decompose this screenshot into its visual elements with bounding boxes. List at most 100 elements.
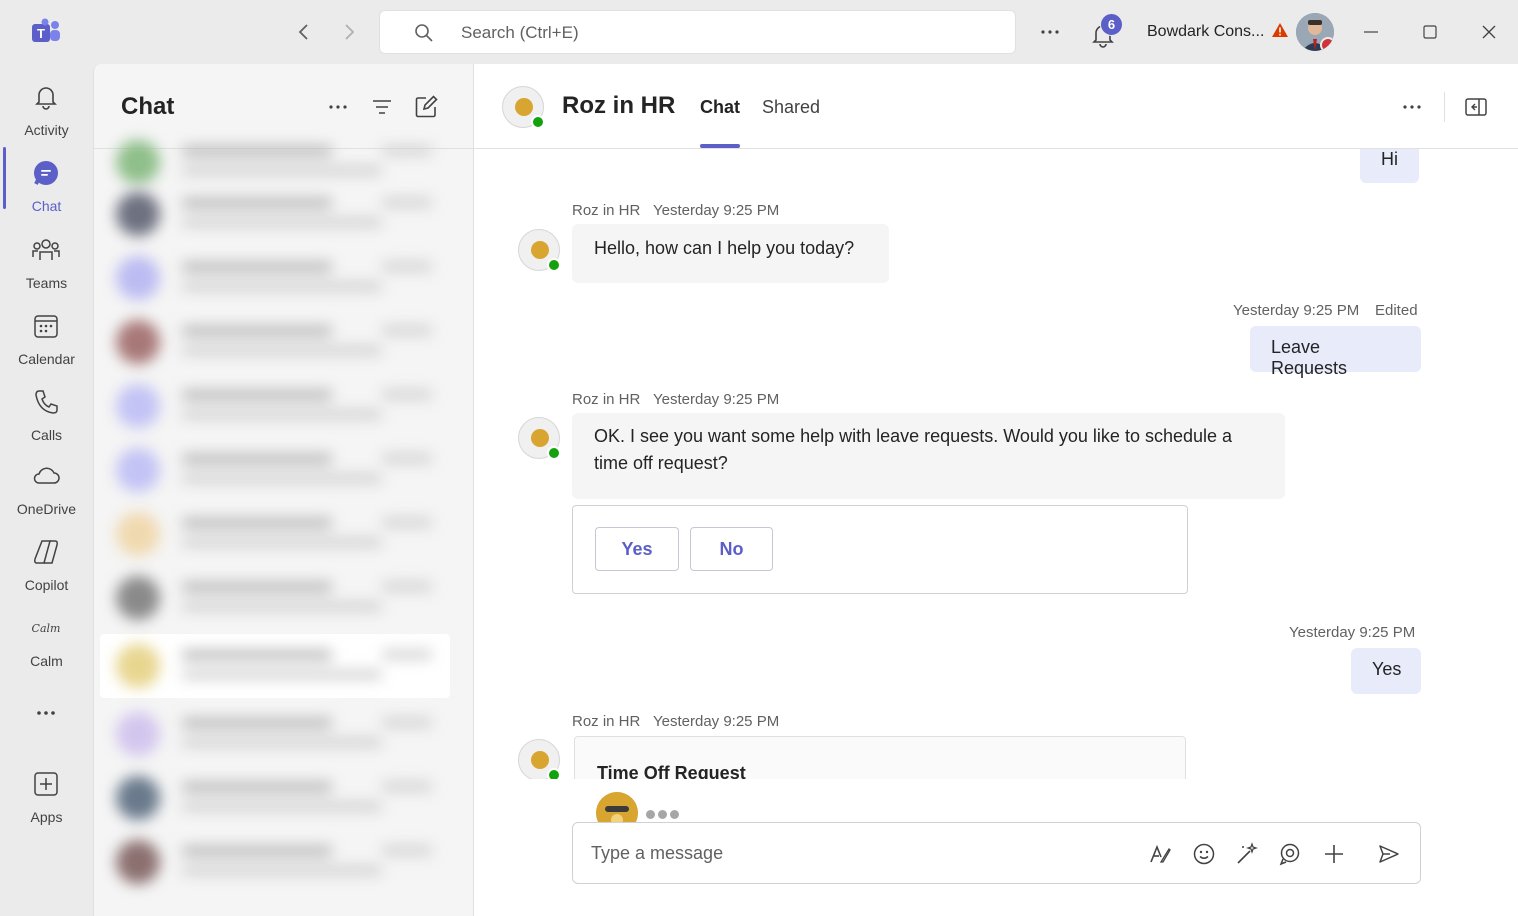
incoming-message: Hello, how can I help you today? bbox=[572, 224, 889, 283]
rail-item-calls[interactable]: Calls bbox=[0, 377, 93, 449]
chat-list-item[interactable] bbox=[112, 250, 442, 306]
chat-main: Roz in HR Chat Shared Hi Roz in HR Yeste… bbox=[474, 64, 1518, 916]
chat-list-item[interactable] bbox=[112, 442, 442, 498]
chat-list-pane: Chat bbox=[93, 64, 474, 916]
svg-text:Calm: Calm bbox=[32, 622, 61, 635]
no-button[interactable]: No bbox=[690, 527, 773, 571]
message-sender: Roz in HR bbox=[572, 202, 641, 219]
add-attachment-icon[interactable] bbox=[1322, 842, 1346, 866]
adaptive-card: Yes No bbox=[572, 505, 1188, 594]
more-apps-icon[interactable] bbox=[34, 701, 58, 725]
chat-list-item[interactable] bbox=[112, 770, 442, 826]
calendar-icon bbox=[34, 315, 58, 338]
phone-icon bbox=[35, 390, 58, 414]
bot-avatar[interactable] bbox=[518, 229, 561, 272]
chat-list-item[interactable] bbox=[112, 134, 442, 190]
chat-icon bbox=[34, 161, 58, 185]
rail-item-teams[interactable]: Teams bbox=[0, 225, 93, 297]
message-timestamp: Yesterday 9:25 PM bbox=[653, 202, 780, 219]
bot-avatar[interactable] bbox=[502, 86, 545, 129]
chat-list-item[interactable] bbox=[112, 506, 442, 562]
rail-item-chat[interactable]: Chat bbox=[0, 148, 93, 220]
chat-list-item[interactable] bbox=[112, 314, 442, 370]
outgoing-message: Yes bbox=[1351, 648, 1421, 694]
chat-list-item[interactable] bbox=[112, 186, 442, 242]
card-title: Time Off Request bbox=[597, 763, 746, 779]
rail-label: Activity bbox=[24, 122, 69, 138]
presence-available-indicator bbox=[531, 115, 545, 129]
filter-icon[interactable] bbox=[370, 95, 394, 119]
rail-label: Calls bbox=[30, 427, 63, 443]
tab-shared[interactable]: Shared bbox=[762, 97, 820, 118]
message-sender: Roz in HR bbox=[572, 713, 641, 730]
app-rail: Activity Chat Teams Calendar Calls OneDr… bbox=[0, 64, 93, 916]
search-input[interactable]: Search (Ctrl+E) bbox=[379, 10, 1016, 54]
rail-label: Copilot bbox=[24, 577, 69, 593]
chat-list-title: Chat bbox=[121, 93, 175, 120]
chat-list-item[interactable] bbox=[112, 570, 442, 626]
copilot-icon bbox=[34, 540, 58, 564]
rail-label: OneDrive bbox=[16, 501, 77, 517]
format-icon[interactable] bbox=[1148, 842, 1172, 866]
chat-title: Roz in HR bbox=[562, 92, 676, 119]
calm-icon: Calm bbox=[32, 622, 61, 635]
outgoing-message: Hi bbox=[1360, 149, 1419, 183]
bot-avatar[interactable] bbox=[518, 417, 561, 460]
more-options-icon[interactable] bbox=[1038, 20, 1062, 44]
chat-list-item[interactable] bbox=[112, 638, 442, 694]
forward-arrow-icon[interactable] bbox=[337, 20, 361, 44]
magic-wand-icon[interactable] bbox=[1235, 842, 1259, 866]
tab-chat[interactable]: Chat bbox=[700, 97, 740, 118]
back-arrow-icon[interactable] bbox=[292, 20, 316, 44]
outgoing-message: Leave Requests bbox=[1250, 326, 1421, 378]
maximize-icon[interactable] bbox=[1420, 22, 1440, 42]
presence-available-indicator bbox=[547, 768, 561, 779]
message-timestamp: Yesterday 9:25 PM bbox=[653, 391, 780, 408]
chat-list-item[interactable] bbox=[112, 706, 442, 762]
bot-face-icon bbox=[515, 98, 533, 116]
rail-item-onedrive[interactable]: OneDrive bbox=[0, 451, 93, 523]
presence-busy-indicator bbox=[1320, 37, 1334, 51]
rail-item-copilot[interactable]: Copilot bbox=[0, 527, 93, 599]
add-apps-icon bbox=[34, 772, 58, 796]
bot-face-icon bbox=[531, 429, 549, 447]
chat-list-item[interactable] bbox=[112, 834, 442, 890]
warning-icon bbox=[1272, 23, 1288, 37]
chat-list-item[interactable] bbox=[112, 378, 442, 434]
time-off-request-card: Time Off Request bbox=[574, 736, 1186, 779]
rail-item-calm[interactable]: Calm Calm bbox=[0, 603, 93, 675]
new-chat-icon[interactable] bbox=[414, 95, 438, 119]
open-side-panel-icon[interactable] bbox=[1464, 95, 1488, 119]
rail-label: Calendar bbox=[18, 351, 75, 367]
search-placeholder: Search (Ctrl+E) bbox=[461, 23, 579, 42]
cloud-icon bbox=[33, 467, 60, 484]
minimize-icon[interactable] bbox=[1361, 22, 1381, 42]
header-divider bbox=[1444, 92, 1445, 122]
rail-item-activity[interactable]: Activity bbox=[0, 72, 93, 144]
emoji-icon[interactable] bbox=[1192, 842, 1216, 866]
user-avatar[interactable] bbox=[1296, 13, 1334, 51]
bot-face-icon bbox=[531, 241, 549, 259]
yes-button[interactable]: Yes bbox=[595, 527, 679, 571]
rail-label: Apps bbox=[30, 809, 63, 825]
title-bar: T Search (Ctrl+E) 6 Bowdark Cons... bbox=[0, 0, 1518, 64]
notification-badge: 6 bbox=[1100, 13, 1123, 36]
rail-item-calendar[interactable]: Calendar bbox=[0, 301, 93, 373]
loop-component-icon[interactable] bbox=[1278, 842, 1302, 866]
presence-available-indicator bbox=[547, 258, 561, 272]
more-options-icon[interactable] bbox=[326, 95, 350, 119]
active-tab-indicator bbox=[700, 144, 740, 148]
incoming-message: OK. I see you want some help with leave … bbox=[572, 413, 1285, 499]
more-options-icon[interactable] bbox=[1400, 95, 1424, 119]
message-composer[interactable]: Type a message bbox=[572, 822, 1421, 884]
message-sender: Roz in HR bbox=[572, 391, 641, 408]
rail-label: Chat bbox=[31, 198, 62, 214]
send-icon[interactable] bbox=[1377, 842, 1401, 866]
presence-available-indicator bbox=[547, 446, 561, 460]
close-icon[interactable] bbox=[1479, 22, 1499, 42]
org-name[interactable]: Bowdark Cons... bbox=[1147, 23, 1264, 41]
message-thread: Hi Roz in HR Yesterday 9:25 PM Hello, ho… bbox=[474, 149, 1518, 779]
search-icon bbox=[415, 24, 433, 42]
rail-item-apps[interactable]: Apps bbox=[0, 759, 93, 831]
bot-avatar[interactable] bbox=[518, 739, 561, 779]
